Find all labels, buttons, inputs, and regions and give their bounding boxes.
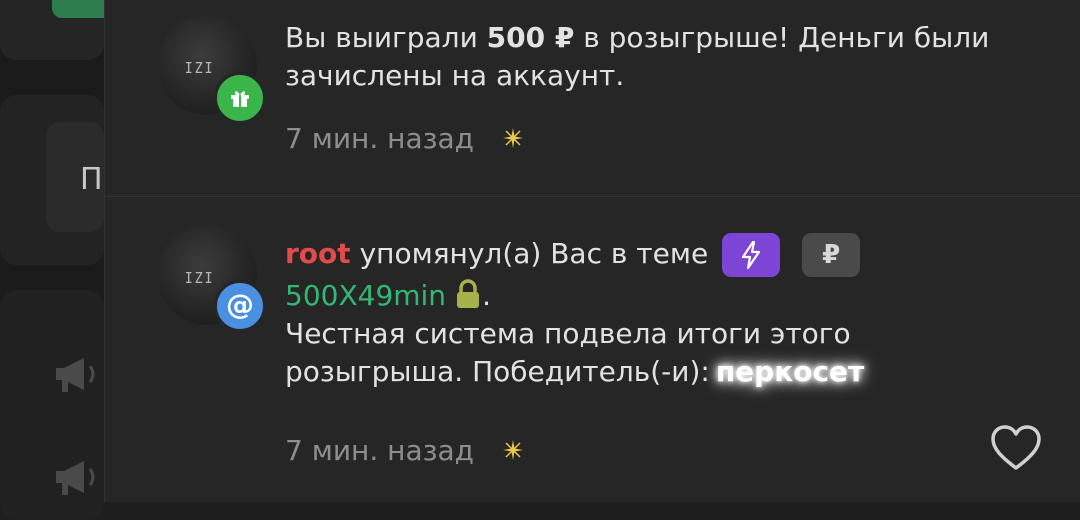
notification-text: root упомянул(а) Вас в теме ₽500X49min. Че… bbox=[285, 233, 1025, 391]
background-letter: П bbox=[80, 162, 103, 197]
notifications-panel: IZI Вы выиграли 500 ₽ в розыгрыше! Деньг… bbox=[104, 0, 1080, 502]
gift-badge bbox=[214, 72, 266, 124]
prize-amount: 500 ₽ bbox=[486, 21, 575, 54]
heart-icon[interactable] bbox=[990, 424, 1042, 472]
notification-item-mention[interactable]: IZI @ root упомянул(а) Вас в теме ₽500X49… bbox=[105, 197, 1080, 502]
lightning-prefix bbox=[722, 233, 781, 277]
title-end: . bbox=[482, 279, 491, 312]
lightning-icon bbox=[742, 241, 761, 269]
at-icon: @ bbox=[226, 288, 254, 321]
sparkle-icon bbox=[503, 440, 523, 460]
winner-name[interactable]: перкосет bbox=[716, 355, 864, 388]
avatar-tag: IZI bbox=[184, 269, 215, 287]
timestamp: 7 мин. назад bbox=[285, 122, 475, 155]
gift-icon bbox=[231, 91, 249, 107]
mention-badge: @ bbox=[214, 280, 266, 332]
megaphone-icon bbox=[56, 358, 95, 392]
mention-text: упомянул(а) Вас в теме bbox=[350, 237, 709, 270]
notification-text: Вы выиграли 500 ₽ в розыгрыше! Деньги бы… bbox=[285, 19, 1065, 95]
sparkle-icon bbox=[503, 128, 523, 148]
megaphone-icon bbox=[56, 461, 95, 495]
notification-text-start: Вы выиграли bbox=[285, 21, 487, 54]
avatar-tag: IZI bbox=[184, 59, 215, 77]
timestamp: 7 мин. назад bbox=[285, 434, 475, 467]
thread-title-link[interactable]: 500X49min bbox=[285, 279, 446, 312]
username-link[interactable]: root bbox=[285, 237, 351, 270]
ruble-icon: ₽ bbox=[802, 233, 861, 277]
background-green-button bbox=[52, 0, 112, 18]
lock-icon bbox=[457, 279, 480, 308]
notification-item-prize[interactable]: IZI Вы выиграли 500 ₽ в розыгрыше! Деньг… bbox=[105, 0, 1080, 197]
